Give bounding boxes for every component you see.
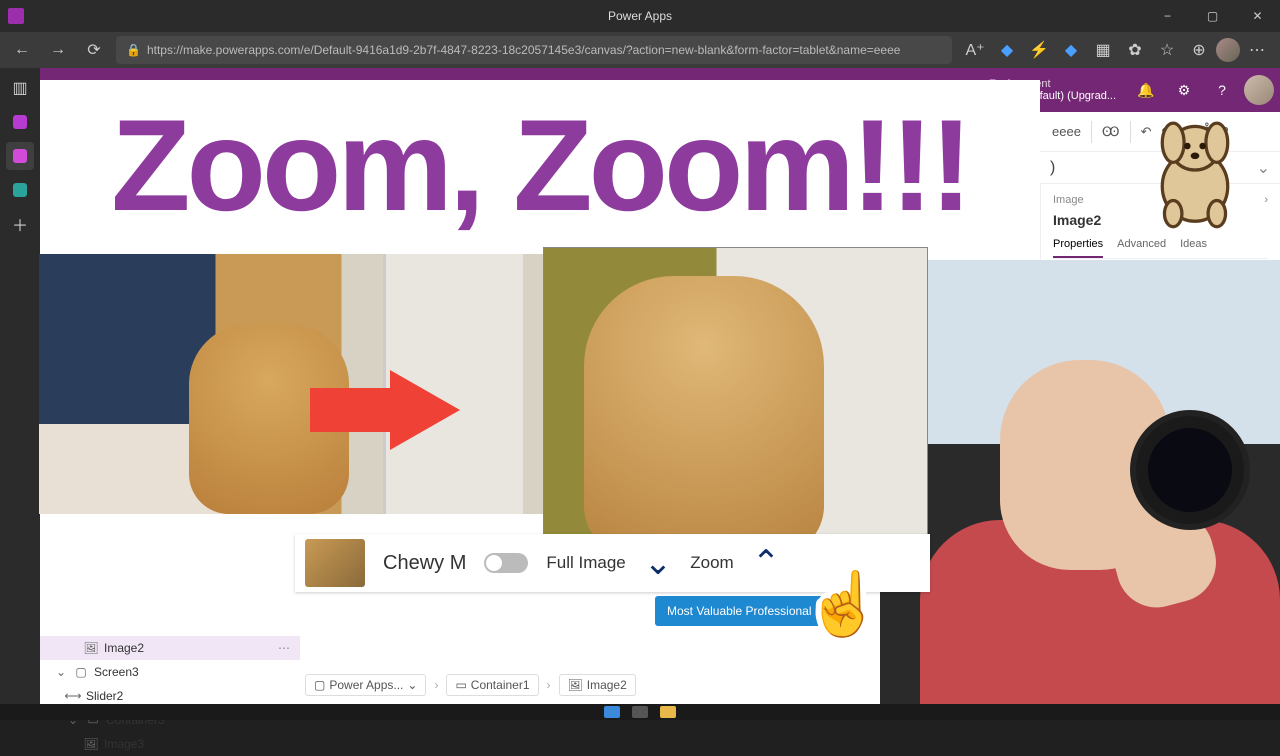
- ext-icon-2[interactable]: ⚡: [1024, 36, 1054, 64]
- vertical-tab-strip: ▥ ＋: [0, 68, 40, 720]
- collections-icon[interactable]: ⊕: [1184, 36, 1214, 64]
- ext-icon-3[interactable]: ◆: [1056, 36, 1086, 64]
- formula-expand-icon[interactable]: ⌄: [1257, 158, 1270, 178]
- canvas-breadcrumb: ▢ Power Apps... ⌄ › ▭ Container1 › 🖼 Ima…: [305, 670, 636, 700]
- url-text: https://make.powerapps.com/e/Default-941…: [147, 43, 901, 57]
- profile-avatar[interactable]: [1216, 38, 1240, 62]
- nav-refresh-button[interactable]: ⟳: [80, 36, 108, 64]
- photo-before: [39, 254, 543, 514]
- favorites-icon[interactable]: ☆: [1152, 36, 1182, 64]
- read-aloud-icon[interactable]: A⁺: [960, 36, 990, 64]
- chevron-down-icon: ⌄: [54, 665, 68, 679]
- breadcrumb-item-1[interactable]: ▢ Power Apps... ⌄: [305, 674, 426, 696]
- window-maximize-button[interactable]: ▢: [1190, 0, 1235, 32]
- tree-label: Screen3: [94, 665, 139, 679]
- thumbnail-image: [305, 539, 365, 587]
- item-name: Chewy M: [383, 552, 466, 575]
- formula-text: ): [1050, 159, 1055, 177]
- browser-toolbar: ← → ⟳ 🔒 https://make.powerapps.com/e/Def…: [0, 32, 1280, 68]
- lock-icon: 🔒: [126, 43, 141, 57]
- address-bar[interactable]: 🔒 https://make.powerapps.com/e/Default-9…: [116, 36, 952, 64]
- file-name: eeee: [1052, 124, 1081, 139]
- vertical-tab-3[interactable]: [6, 176, 34, 204]
- screen-icon: ▢: [74, 665, 88, 679]
- new-tab-button[interactable]: ＋: [6, 210, 34, 238]
- image-icon: 🖼: [84, 641, 98, 655]
- browser-menu-button[interactable]: ⋯: [1242, 36, 1272, 64]
- toggle-label: Full Image: [546, 553, 625, 573]
- zoom-icon[interactable]: Ꙭ: [1102, 124, 1120, 140]
- zoom-out-button[interactable]: ⌄: [644, 546, 673, 580]
- window-title: Power Apps: [608, 9, 672, 23]
- ext-icon-4[interactable]: ▦: [1088, 36, 1118, 64]
- window-close-button[interactable]: ✕: [1235, 0, 1280, 32]
- window-titlebar: Power Apps − ▢ ✕: [0, 0, 1280, 32]
- windows-taskbar[interactable]: [0, 704, 1280, 720]
- ext-icon-5[interactable]: ✿: [1120, 36, 1150, 64]
- explorer-icon[interactable]: [660, 706, 676, 718]
- breadcrumb-item-3[interactable]: 🖼 Image2: [559, 674, 636, 696]
- user-avatar[interactable]: [1244, 75, 1274, 105]
- presenter-overlay: [880, 260, 1280, 720]
- tree-item-more-icon[interactable]: ⋯: [278, 641, 290, 655]
- search-icon[interactable]: [632, 706, 648, 718]
- rp-expand-icon[interactable]: ›: [1264, 194, 1268, 206]
- mvp-badge: Most Valuable Professional: [655, 596, 824, 626]
- start-icon[interactable]: [604, 706, 620, 718]
- vertical-tab-2[interactable]: [6, 142, 34, 170]
- zoom-label: Zoom: [690, 553, 733, 573]
- dog-doodle-icon: [1140, 110, 1250, 230]
- tree-label: Slider2: [86, 689, 123, 703]
- tree-item-screen3[interactable]: ⌄ ▢ Screen3: [40, 660, 300, 684]
- app-icon: [8, 8, 24, 24]
- settings-icon[interactable]: ⚙: [1168, 74, 1200, 106]
- nav-back-button[interactable]: ←: [8, 36, 36, 64]
- slider-icon: ⟷: [66, 689, 80, 703]
- rp-tab-properties[interactable]: Properties: [1053, 238, 1103, 258]
- help-icon[interactable]: ?: [1206, 74, 1238, 106]
- rp-tab-advanced[interactable]: Advanced: [1117, 238, 1166, 258]
- zoom-in-button[interactable]: ⌃: [752, 546, 781, 580]
- window-minimize-button[interactable]: −: [1145, 0, 1190, 32]
- rp-breadcrumb: Image: [1053, 194, 1084, 206]
- notifications-icon[interactable]: 🔔: [1130, 74, 1162, 106]
- arrow-icon: [390, 370, 460, 450]
- ext-icon-1[interactable]: ◆: [992, 36, 1022, 64]
- rp-tab-ideas[interactable]: Ideas: [1180, 238, 1207, 258]
- tab-actions-button[interactable]: ▥: [6, 74, 34, 102]
- tree-label: Image3: [104, 737, 144, 751]
- tree-item-image2[interactable]: 🖼 Image2 ⋯: [40, 636, 300, 660]
- full-image-toggle[interactable]: [484, 553, 528, 573]
- image-icon: 🖼: [84, 737, 98, 751]
- tree-item-image3[interactable]: 🖼 Image3: [40, 732, 300, 756]
- photo-after: [543, 247, 928, 537]
- cursor-hand-icon: ☝: [805, 568, 882, 641]
- tree-label: Image2: [104, 641, 144, 655]
- breadcrumb-item-2[interactable]: ▭ Container1: [446, 674, 538, 696]
- headline-text: Zoom, Zoom!!!: [111, 90, 969, 240]
- headline-banner: Zoom, Zoom!!!: [40, 80, 1040, 250]
- nav-forward-button[interactable]: →: [44, 36, 72, 64]
- vertical-tab-1[interactable]: [6, 108, 34, 136]
